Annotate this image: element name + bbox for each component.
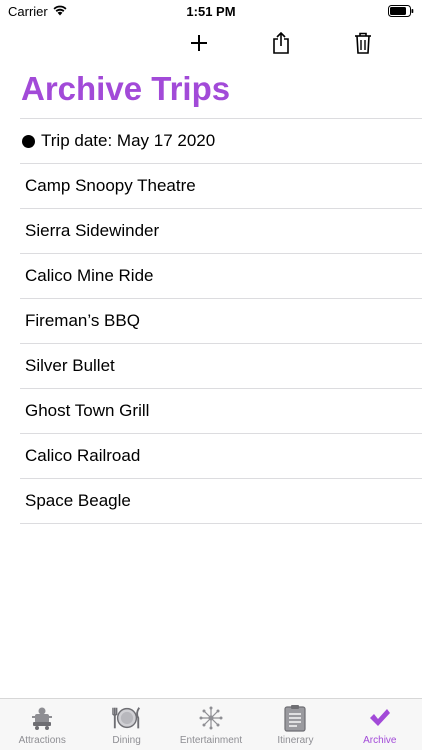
list-item[interactable]: Sierra Sidewinder — [20, 208, 422, 253]
tab-label: Attractions — [18, 735, 66, 746]
entertainment-icon — [199, 706, 223, 730]
tab-archive[interactable]: Archive — [338, 699, 422, 750]
list-item-label: Sierra Sidewinder — [25, 221, 160, 240]
status-time: 1:51 PM — [186, 4, 236, 19]
list-item-label: Ghost Town Grill — [25, 401, 150, 420]
tab-dining[interactable]: Dining — [84, 699, 168, 750]
list-item-label: Fireman’s BBQ — [25, 311, 140, 330]
list-item[interactable]: Space Beagle — [20, 478, 422, 524]
plus-icon — [191, 35, 207, 51]
page-title: Archive Trips — [21, 70, 231, 107]
tab-itinerary[interactable]: Itinerary — [253, 699, 337, 750]
add-button[interactable] — [186, 30, 212, 56]
status-bar: Carrier 1:51 PM — [0, 0, 422, 24]
share-icon — [273, 32, 289, 54]
list-item-label: Silver Bullet — [25, 356, 115, 375]
list-item-label: Camp Snoopy Theatre — [25, 176, 196, 195]
list-item-label: Calico Railroad — [25, 446, 141, 465]
trash-icon — [355, 32, 371, 54]
bullet-icon — [22, 134, 35, 148]
itinerary-icon — [284, 705, 307, 732]
battery-icon — [388, 5, 414, 17]
trip-date-row[interactable]: Trip date: May 17 2020 — [20, 118, 422, 163]
tab-bar: Attractions Dining Entertainment Itinera… — [0, 698, 422, 750]
list-item[interactable]: Ghost Town Grill — [20, 388, 422, 433]
list-item-label: Space Beagle — [25, 491, 131, 510]
list-item-label: Calico Mine Ride — [25, 266, 154, 285]
delete-button[interactable] — [350, 30, 376, 56]
tab-label: Itinerary — [277, 735, 314, 746]
trip-list: Trip date: May 17 2020 Camp Snoopy Theat… — [20, 118, 422, 524]
list-item[interactable]: Camp Snoopy Theatre — [20, 163, 422, 208]
list-item[interactable]: Calico Mine Ride — [20, 253, 422, 298]
tab-label: Archive — [363, 735, 397, 746]
list-item[interactable]: Fireman’s BBQ — [20, 298, 422, 343]
screen: Carrier 1:51 PM Archive Trips Trip date:… — [0, 0, 422, 750]
share-button[interactable] — [268, 30, 294, 56]
tab-label: Dining — [112, 735, 141, 746]
checkmark-icon — [369, 709, 390, 726]
list-item[interactable]: Silver Bullet — [20, 343, 422, 388]
attractions-icon — [32, 707, 53, 730]
list-item[interactable]: Calico Railroad — [20, 433, 422, 478]
tab-label: Entertainment — [179, 735, 243, 746]
trip-date-label: Trip date: May 17 2020 — [41, 131, 216, 150]
tab-attractions[interactable]: Attractions — [0, 699, 84, 750]
tab-entertainment[interactable]: Entertainment — [169, 699, 253, 750]
dining-icon — [111, 707, 140, 729]
